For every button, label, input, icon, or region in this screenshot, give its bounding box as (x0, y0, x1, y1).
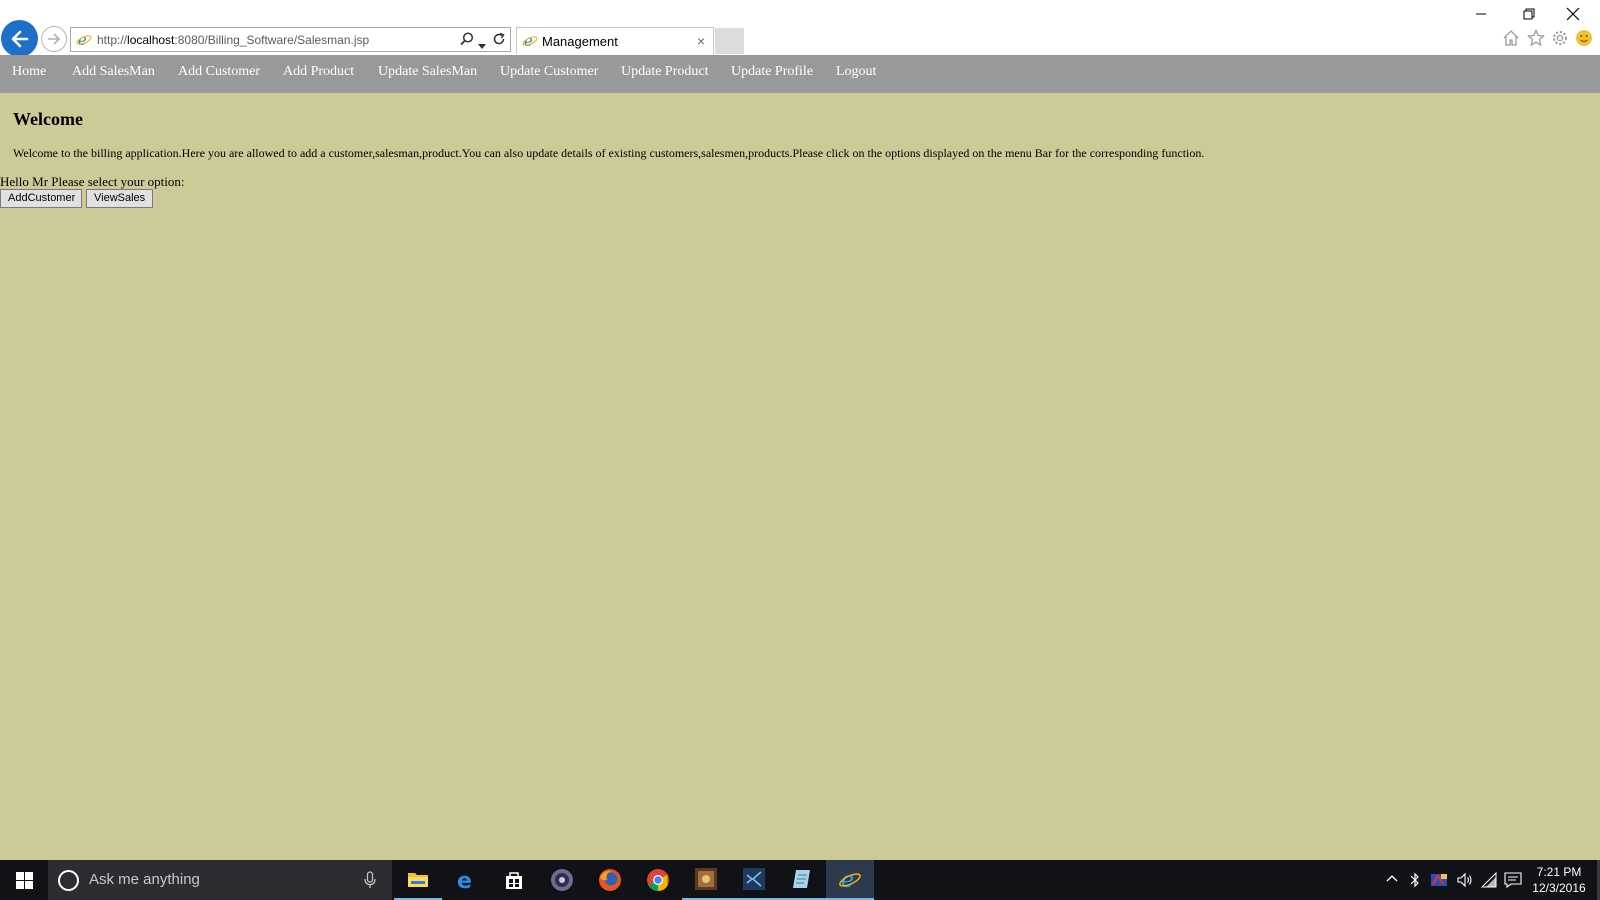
windows-logo-icon (15, 871, 33, 889)
internet-explorer-icon[interactable]: e (826, 860, 874, 900)
taskbar: Ask me anything e e 7:21 PM 12/3/2016 (0, 860, 1600, 900)
cortana-search-box[interactable]: Ask me anything (48, 860, 392, 900)
wifi-icon[interactable] (1480, 871, 1498, 893)
menu-item-add-customer[interactable]: Add Customer (178, 64, 260, 80)
feedback-smiley-icon[interactable] (1575, 29, 1593, 52)
chevron-up-icon[interactable] (1385, 872, 1399, 891)
forward-arrow-icon (48, 33, 61, 45)
cortana-icon (58, 870, 79, 891)
forward-button[interactable] (41, 26, 67, 52)
menu-item-update-product[interactable]: Update Product (621, 64, 708, 80)
ie-tab-icon: e (522, 32, 538, 53)
clock-time: 7:21 PM (1536, 865, 1582, 879)
gear-icon[interactable] (1551, 29, 1569, 52)
edge-icon[interactable]: e (442, 860, 490, 900)
menu-item-logout[interactable]: Logout (836, 64, 876, 80)
url-text[interactable]: http://localhost:8080/Billing_Software/S… (97, 33, 369, 47)
game-app-icon[interactable] (682, 860, 730, 900)
menu-bar: Home Add SalesMan Add Customer Add Produ… (0, 55, 1600, 93)
bluetooth-icon[interactable] (1410, 872, 1420, 893)
search-placeholder: Ask me anything (89, 871, 200, 888)
svg-text:e: e (457, 869, 472, 891)
menu-item-update-salesman[interactable]: Update SalesMan (378, 64, 477, 80)
tab-management[interactable]: e Management × (516, 27, 714, 54)
greeting-text: Hello Mr Please select your option: (0, 174, 185, 189)
media-player-icon[interactable] (538, 860, 586, 900)
volume-icon[interactable] (1456, 872, 1474, 893)
microphone-icon[interactable] (364, 871, 376, 894)
store-icon[interactable] (490, 860, 538, 900)
menu-item-home[interactable]: Home (12, 64, 46, 80)
refresh-icon[interactable] (492, 32, 506, 51)
address-bar[interactable]: e http://localhost:8080/Billing_Software… (70, 27, 511, 52)
search-icon[interactable] (460, 32, 474, 51)
back-arrow-icon (11, 30, 28, 47)
firefox-icon[interactable] (586, 860, 634, 900)
chevron-down-icon[interactable] (478, 37, 486, 55)
notifications-icon[interactable] (1504, 872, 1522, 893)
restore-icon[interactable] (1522, 7, 1536, 21)
clock[interactable]: 7:21 PM 12/3/2016 (1524, 864, 1594, 896)
window-close-icon[interactable] (1566, 7, 1580, 21)
new-tab-button[interactable] (715, 28, 744, 54)
app-tray-icon[interactable] (1430, 872, 1448, 893)
add-customer-button[interactable]: AddCustomer (0, 189, 82, 208)
home-icon[interactable] (1502, 29, 1520, 52)
tab-title: Management (542, 34, 618, 49)
ie-page-icon: e (76, 31, 92, 52)
clock-date: 12/3/2016 (1532, 881, 1586, 895)
view-sales-button[interactable]: ViewSales (86, 189, 153, 208)
chrome-icon[interactable] (634, 860, 682, 900)
menu-item-update-profile[interactable]: Update Profile (731, 64, 813, 80)
close-icon[interactable]: × (697, 34, 705, 48)
welcome-paragraph: Welcome to the billing application.Here … (13, 146, 1205, 160)
browser-chrome: e http://localhost:8080/Billing_Software… (0, 0, 1600, 57)
page-content: Home Add SalesMan Add Customer Add Produ… (0, 55, 1600, 860)
minimize-icon[interactable] (1474, 6, 1488, 22)
notepad-app-icon[interactable] (778, 860, 826, 900)
start-button[interactable] (0, 860, 48, 900)
menu-item-add-salesman[interactable]: Add SalesMan (72, 64, 155, 80)
file-explorer-icon[interactable] (394, 860, 442, 900)
page-title: Welcome (13, 109, 83, 129)
favorites-star-icon[interactable] (1527, 29, 1545, 52)
menu-item-update-customer[interactable]: Update Customer (500, 64, 598, 80)
back-button[interactable] (1, 20, 38, 57)
visual-studio-icon[interactable] (730, 860, 778, 900)
menu-item-add-product[interactable]: Add Product (283, 64, 354, 80)
